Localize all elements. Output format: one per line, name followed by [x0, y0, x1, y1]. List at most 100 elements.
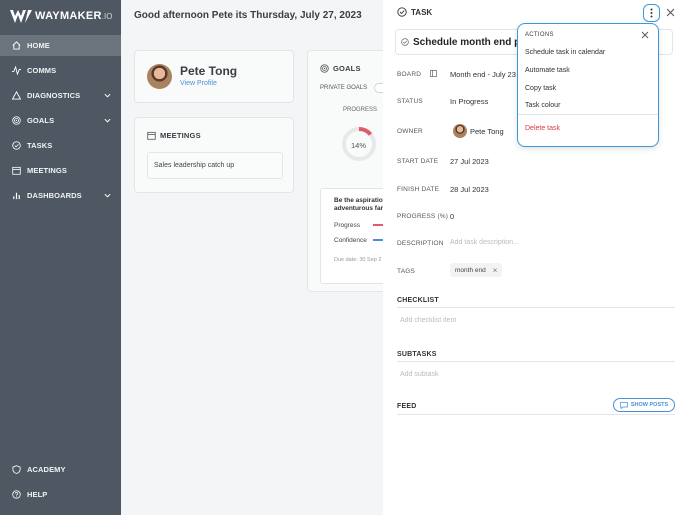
remove-tag-icon[interactable]: × [493, 266, 498, 275]
chevron-down-icon[interactable] [104, 117, 111, 124]
close-icon[interactable] [666, 8, 675, 17]
shield-icon [11, 465, 21, 475]
sidebar-item-tasks[interactable]: TASKS [0, 135, 121, 156]
bar-chart-icon [11, 191, 21, 201]
finish-date-value[interactable]: 28 Jul 2023 [450, 185, 489, 194]
sidebar-item-label: DIAGNOSTICS [27, 91, 81, 100]
add-subtask-input[interactable]: Add subtask [400, 371, 439, 378]
sidebar-item-comms[interactable]: COMMS [0, 60, 121, 81]
menu-item-copy-task[interactable]: Copy task [525, 85, 556, 92]
start-date-label: START DATE [397, 158, 439, 165]
menu-item-task-colour[interactable]: Task colour [525, 102, 560, 109]
calendar-icon [11, 166, 21, 176]
sidebar: WAYMAKER .IO HOME COMMS DIAGNOSTICS GOAL… [0, 0, 121, 515]
actions-menu-title: ACTIONS [525, 32, 554, 38]
show-posts-label: SHOW POSTS [630, 402, 669, 408]
sidebar-item-goals[interactable]: GOALS [0, 110, 121, 131]
tag-chip[interactable]: month end × [450, 263, 503, 277]
sidebar-item-help[interactable]: HELP [0, 484, 121, 505]
status-label: STATUS [397, 98, 423, 105]
question-icon [11, 490, 21, 500]
sidebar-item-label: GOALS [27, 116, 55, 125]
divider [397, 361, 675, 362]
logo-tld: .IO [101, 11, 113, 21]
check-circle-icon [397, 7, 407, 17]
chevron-down-icon[interactable] [104, 192, 111, 199]
progress-percent-value[interactable]: 0 [450, 212, 454, 221]
meetings-card: MEETINGS Sales leadership catch up [134, 117, 294, 193]
owner-avatar[interactable] [453, 124, 467, 138]
close-icon[interactable] [641, 31, 649, 39]
sidebar-item-label: MEETINGS [27, 166, 67, 175]
status-value[interactable]: In Progress [450, 97, 488, 106]
board-icon [430, 70, 438, 77]
description-input[interactable]: Add task description... [450, 239, 519, 246]
target-icon [320, 64, 329, 73]
goals-card: GOALS PRIVATE GOALS PROGRESS 14% Be the … [307, 50, 400, 292]
meetings-card-header: MEETINGS [147, 131, 201, 140]
chevron-down-icon[interactable] [104, 92, 111, 99]
owner-label: OWNER [397, 128, 423, 135]
private-goals-label: PRIVATE GOALS [320, 85, 368, 91]
feed-title: FEED [397, 403, 417, 410]
board-value[interactable]: Month end - July 23 [450, 70, 516, 79]
menu-divider [518, 114, 658, 115]
sidebar-item-label: HOME [27, 41, 50, 50]
show-posts-button[interactable]: SHOW POSTS [613, 398, 675, 412]
add-checklist-item-input[interactable]: Add checklist item [400, 317, 456, 324]
task-panel-header: TASK [397, 7, 432, 17]
goal-due-date: Due date: 30 Sep 2 [334, 257, 382, 263]
finish-date-label: FINISH DATE [397, 186, 440, 193]
calendar-icon [147, 131, 156, 140]
owner-value[interactable]: Pete Tong [470, 127, 504, 136]
subtasks-title: SUBTASKS [397, 351, 437, 358]
tags-label: TAGS [397, 268, 416, 275]
meetings-card-title: MEETINGS [160, 131, 201, 140]
check-circle-icon[interactable] [401, 38, 409, 46]
check-circle-icon [11, 141, 21, 151]
divider [397, 414, 675, 415]
menu-item-delete-task[interactable]: Delete task [525, 125, 560, 132]
actions-menu: ACTIONS Schedule task in calendar Automa… [517, 23, 659, 147]
sidebar-item-label: ACADEMY [27, 465, 66, 474]
sidebar-item-dashboards[interactable]: DASHBOARDS [0, 185, 121, 206]
logo-text: WAYMAKER [35, 10, 102, 22]
kebab-menu-icon [650, 8, 653, 18]
start-date-value[interactable]: 27 Jul 2023 [450, 157, 489, 166]
progress-value: 14% [351, 141, 367, 150]
triangle-icon [11, 91, 21, 101]
sidebar-item-diagnostics[interactable]: DIAGNOSTICS [0, 85, 121, 106]
avatar[interactable] [147, 64, 172, 89]
app-logo[interactable]: WAYMAKER .IO [10, 8, 112, 24]
pulse-icon [11, 66, 21, 76]
description-label: DESCRIPTION [397, 240, 444, 247]
progress-percent-label: PROGRESS (%) [397, 213, 449, 220]
checklist-title: CHECKLIST [397, 297, 439, 304]
goals-card-header: GOALS [320, 64, 361, 73]
sidebar-item-label: TASKS [27, 141, 53, 150]
divider [397, 307, 675, 308]
goal-progress-bar [373, 224, 383, 226]
waymaker-logo-icon [10, 9, 32, 23]
profile-card: Pete Tong View Profile [134, 50, 294, 103]
menu-item-schedule-calendar[interactable]: Schedule task in calendar [525, 49, 605, 56]
menu-item-automate-task[interactable]: Automate task [525, 67, 570, 74]
goals-card-title: GOALS [333, 64, 361, 73]
target-icon [11, 116, 21, 126]
comment-icon [620, 401, 628, 409]
goal-progress-label: Progress [334, 222, 361, 229]
sidebar-item-meetings[interactable]: MEETINGS [0, 160, 121, 181]
sidebar-item-label: HELP [27, 490, 48, 499]
view-profile-link[interactable]: View Profile [180, 80, 217, 87]
more-actions-button[interactable] [643, 4, 660, 22]
sidebar-item-label: DASHBOARDS [27, 191, 82, 200]
sidebar-item-home[interactable]: HOME [0, 35, 121, 56]
board-label: BOARD [397, 70, 438, 78]
meeting-item[interactable]: Sales leadership catch up [147, 152, 283, 179]
tag-label: month end [455, 266, 486, 274]
sidebar-item-academy[interactable]: ACADEMY [0, 459, 121, 480]
goal-confidence-label: Confidence [334, 237, 367, 244]
task-header-label: TASK [411, 7, 433, 17]
progress-label: PROGRESS [343, 107, 378, 113]
sidebar-item-label: COMMS [27, 66, 57, 75]
